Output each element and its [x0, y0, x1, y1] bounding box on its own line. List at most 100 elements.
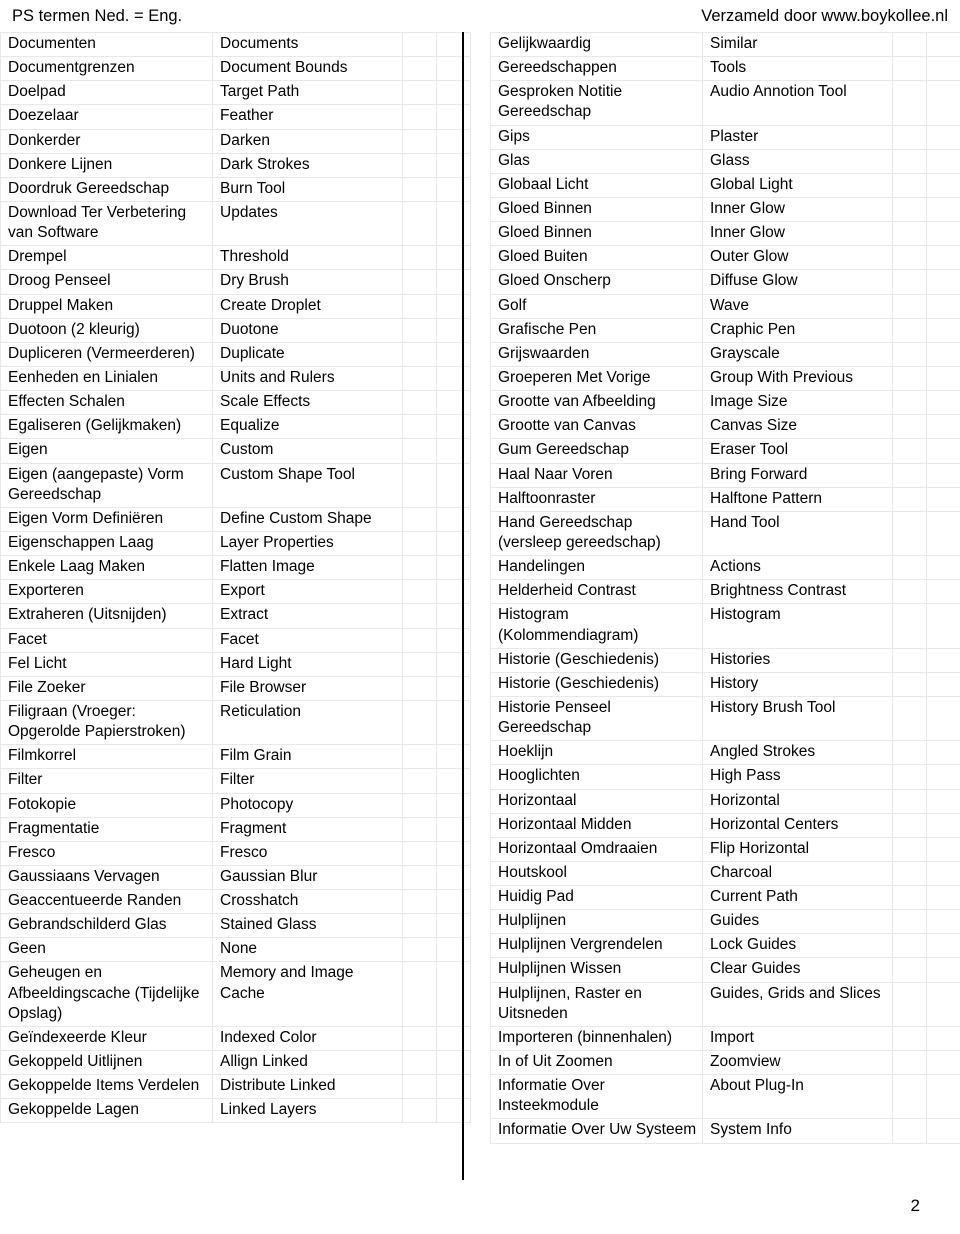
- glossary-spacer-cell: [402, 56, 437, 82]
- glossary-translation: High Pass: [702, 764, 893, 790]
- glossary-row: Donkere Lijnen Dark Strokes: [0, 152, 471, 178]
- glossary-term: Hoeklijn: [490, 740, 703, 766]
- glossary-spacer-cell: [436, 293, 471, 319]
- glossary-translation: System Info: [702, 1118, 893, 1144]
- glossary-spacer-cell: [926, 414, 960, 440]
- glossary-spacer-cell: [892, 172, 927, 198]
- glossary-spacer-cell: [926, 56, 960, 82]
- glossary-spacer-cell: [892, 788, 927, 814]
- glossary-spacer-cell: [926, 1074, 960, 1120]
- glossary-spacer-cell: [892, 1074, 927, 1120]
- glossary-row: Facet Facet: [0, 627, 471, 653]
- glossary-term: Gebrandschilderd Glas: [0, 913, 213, 939]
- glossary-spacer-cell: [892, 671, 927, 697]
- glossary-spacer-cell: [402, 913, 437, 939]
- glossary-term: Exporteren: [0, 579, 213, 605]
- glossary-translation: Stained Glass: [212, 913, 403, 939]
- glossary-spacer-cell: [926, 933, 960, 959]
- glossary-spacer-cell: [436, 128, 471, 154]
- glossary-translation: Gaussian Blur: [212, 864, 403, 891]
- glossary-row: Horizontaal Omdraaien Flip Horizontal: [490, 836, 960, 862]
- glossary-translation: Extract: [212, 603, 403, 629]
- glossary-translation: History Brush Tool: [702, 695, 893, 742]
- glossary-spacer-cell: [892, 579, 927, 605]
- glossary-spacer-cell: [926, 695, 960, 742]
- glossary-term: Grijswaarden: [490, 341, 703, 367]
- glossary-term: Informatie Over Uw Systeem: [490, 1118, 703, 1144]
- glossary-term: Enkele Laag Maken: [0, 555, 213, 581]
- glossary-term: Gum Gereedschap: [490, 438, 703, 464]
- glossary-spacer-cell: [892, 293, 927, 319]
- glossary-spacer-cell: [892, 221, 927, 247]
- glossary-spacer-cell: [892, 196, 927, 223]
- glossary-row: Filmkorrel Film Grain: [0, 744, 471, 770]
- glossary-row: Glas Glass: [490, 148, 960, 174]
- glossary-spacer-cell: [436, 579, 471, 605]
- glossary-term: In of Uit Zoomen: [490, 1050, 703, 1076]
- glossary-row: Gekoppelde Lagen Linked Layers: [0, 1098, 471, 1124]
- glossary-term: Donkere Lijnen: [0, 152, 213, 178]
- glossary-spacer-cell: [402, 269, 437, 295]
- glossary-translation: Equalize: [212, 414, 403, 440]
- glossary-term: Dupliceren (Vermeerderen): [0, 341, 213, 367]
- glossary-row: File Zoeker File Browser: [0, 675, 471, 701]
- glossary-row: Eenheden en Linialen Units and Rulers: [0, 365, 471, 392]
- glossary-term: Eigen: [0, 438, 213, 464]
- glossary-term: Doordruk Gereedschap: [0, 176, 213, 202]
- glossary-spacer-cell: [402, 1074, 437, 1100]
- running-head-title: PS termen Ned. = Eng.: [12, 7, 183, 25]
- glossary-spacer-cell: [436, 651, 471, 677]
- glossary-translation: Clear Guides: [702, 957, 893, 983]
- glossary-columns: Documenten Documents Documentgrenzen Docume…: [0, 31, 960, 1181]
- glossary-translation: Crosshatch: [212, 889, 403, 915]
- glossary-term: Geaccentueerde Randen: [0, 889, 213, 915]
- glossary-term: Halftoonraster: [490, 486, 703, 512]
- glossary-row: Historie Penseel Gereedschap History Brus…: [490, 695, 960, 742]
- glossary-row: Gloed Onscherp Diffuse Glow: [490, 269, 960, 295]
- glossary-spacer-cell: [926, 579, 960, 605]
- glossary-term: Hulplijnen, Raster en Uitsneden: [490, 981, 703, 1027]
- glossary-spacer-cell: [926, 293, 960, 319]
- glossary-translation: Units and Rulers: [212, 365, 403, 392]
- glossary-row: Gloed Binnen Inner Glow: [490, 221, 960, 247]
- glossary-row: Historie (Geschiedenis) History: [490, 671, 960, 697]
- glossary-term: Grafische Pen: [490, 317, 703, 343]
- glossary-spacer-cell: [926, 671, 960, 697]
- glossary-row: Duotoon (2 kleurig) Duotone: [0, 317, 471, 343]
- glossary-row: Houtskool Charcoal: [490, 860, 960, 887]
- glossary-translation: Brightness Contrast: [702, 579, 893, 605]
- glossary-spacer-cell: [402, 176, 437, 202]
- glossary-spacer-cell: [402, 341, 437, 367]
- glossary-spacer-cell: [926, 860, 960, 887]
- glossary-table-right-body: Gelijkwaardig Similar Gereedschappen Tools G…: [490, 31, 960, 1144]
- glossary-spacer-cell: [402, 152, 437, 178]
- glossary-translation: Filter: [212, 768, 403, 794]
- glossary-spacer-cell: [402, 462, 437, 508]
- glossary-spacer-cell: [402, 937, 437, 963]
- glossary-translation: Plaster: [702, 124, 893, 150]
- glossary-spacer-cell: [402, 31, 437, 58]
- glossary-row: Golf Wave: [490, 293, 960, 319]
- glossary-term: Fresco: [0, 840, 213, 866]
- glossary-row: Effecten Schalen Scale Effects: [0, 390, 471, 416]
- glossary-spacer-cell: [892, 740, 927, 766]
- glossary-translation: Documents: [212, 31, 403, 58]
- glossary-translation: Distribute Linked: [212, 1074, 403, 1100]
- glossary-translation: Export: [212, 579, 403, 605]
- glossary-spacer-cell: [402, 530, 437, 557]
- glossary-spacer-cell: [402, 627, 437, 653]
- glossary-term: Globaal Licht: [490, 172, 703, 198]
- glossary-translation: Feather: [212, 104, 403, 130]
- glossary-term: Gloed Binnen: [490, 221, 703, 247]
- glossary-spacer-cell: [402, 555, 437, 581]
- glossary-row: Enkele Laag Maken Flatten Image: [0, 555, 471, 581]
- glossary-row: Gebrandschilderd Glas Stained Glass: [0, 913, 471, 939]
- glossary-translation: Histories: [702, 647, 893, 673]
- glossary-spacer-cell: [892, 555, 927, 581]
- glossary-term: Fotokopie: [0, 792, 213, 818]
- glossary-term: Gloed Onscherp: [490, 269, 703, 295]
- glossary-translation: Updates: [212, 200, 403, 247]
- glossary-row: Hulplijnen Vergrendelen Lock Guides: [490, 933, 960, 959]
- glossary-spacer-cell: [926, 124, 960, 150]
- glossary-spacer-cell: [436, 176, 471, 202]
